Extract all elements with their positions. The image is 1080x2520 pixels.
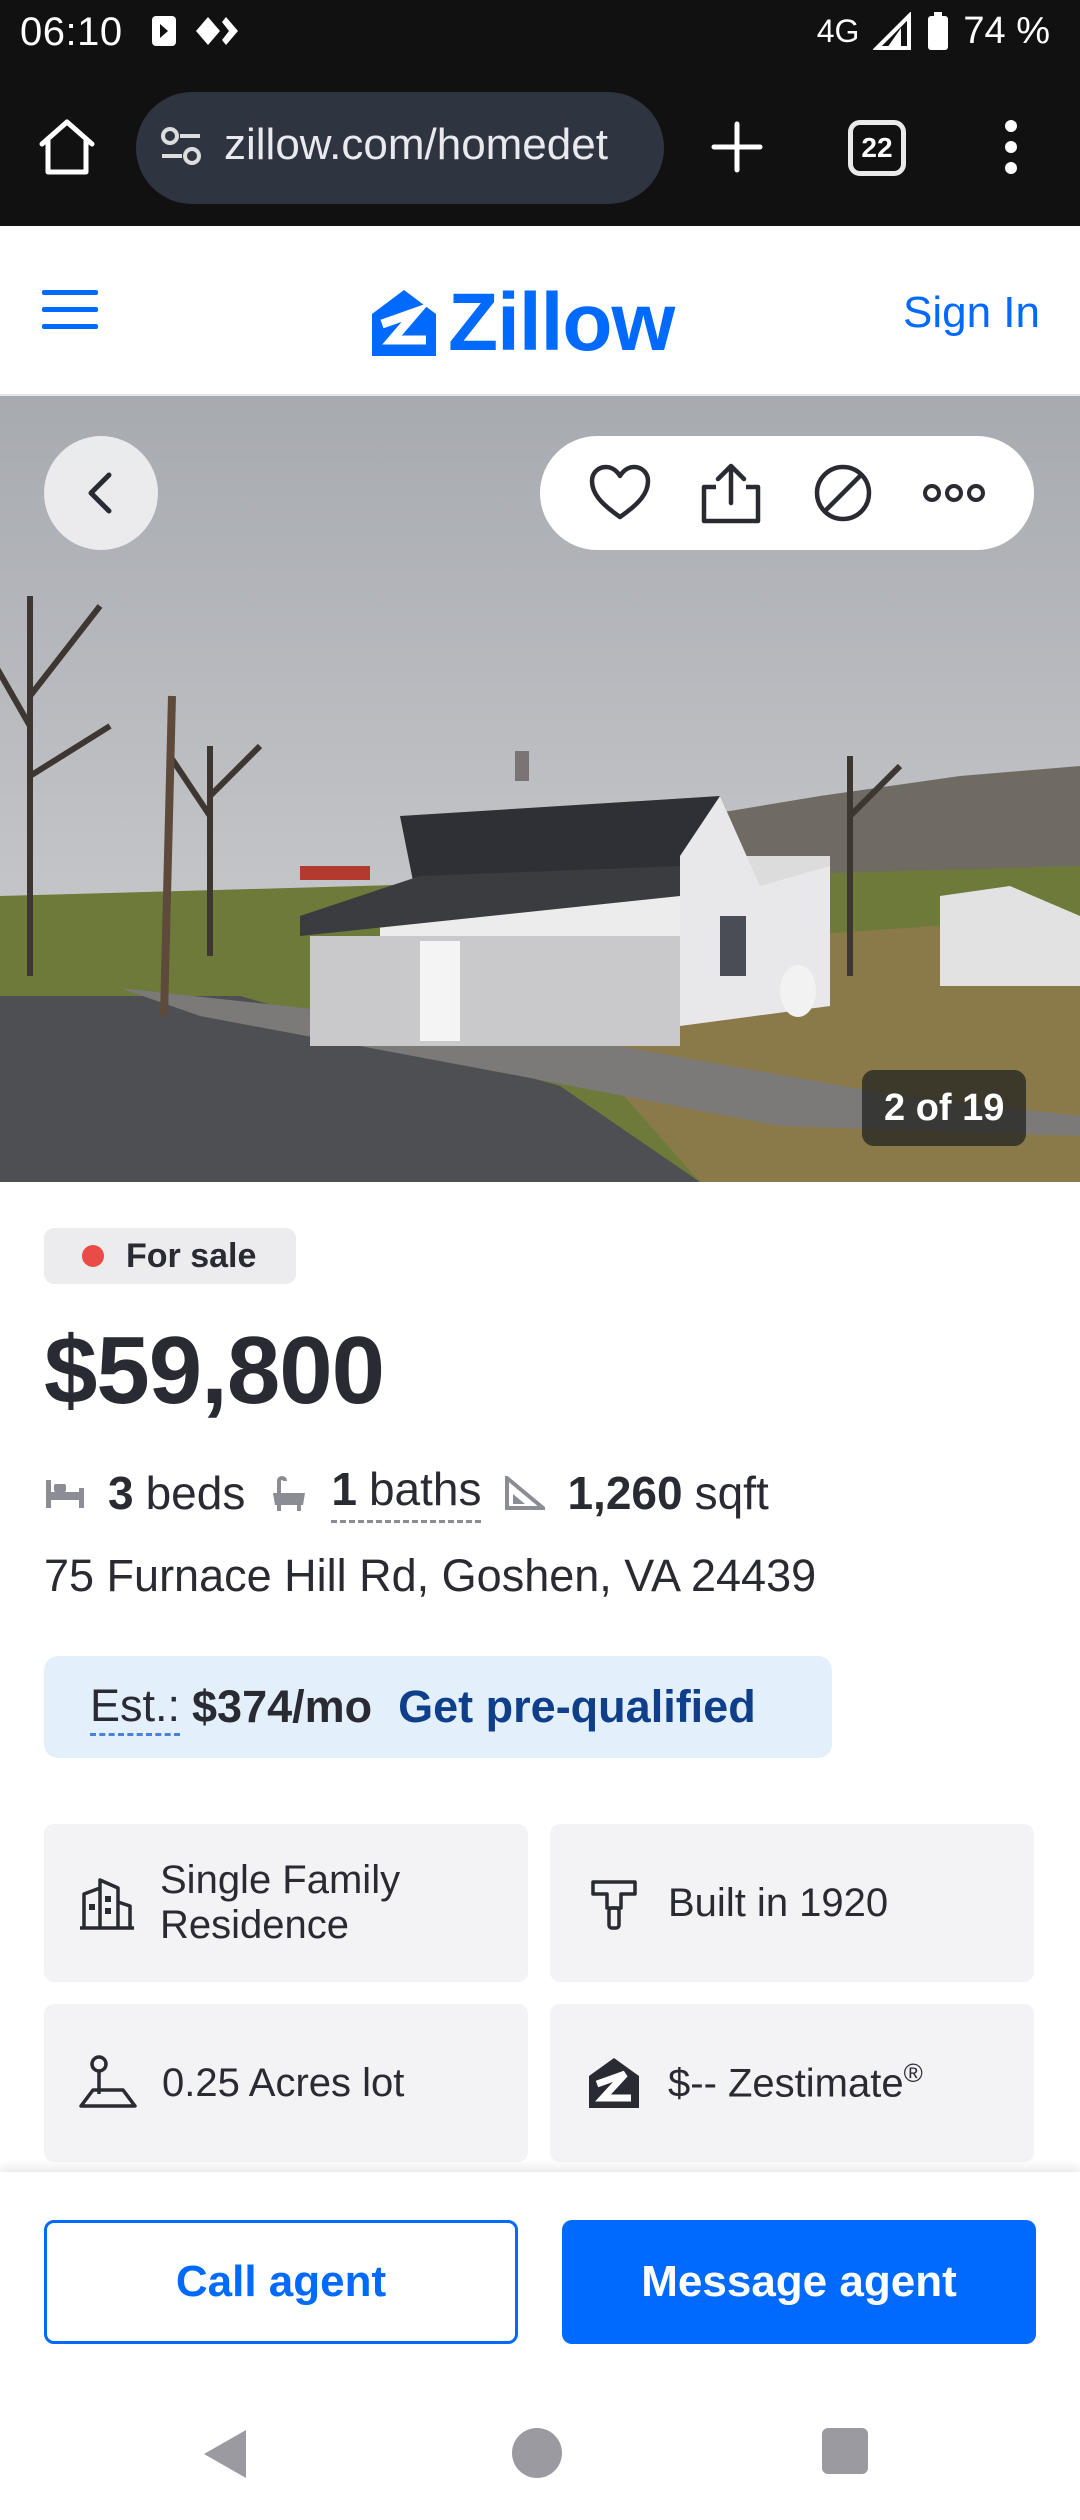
fact-tile-text: Built in 1920 bbox=[668, 1880, 889, 1925]
block-icon bbox=[814, 464, 871, 522]
share-button[interactable] bbox=[695, 457, 767, 529]
estimated-payment-box: Est.: $374/mo Get pre-qualified bbox=[44, 1656, 832, 1758]
heart-icon bbox=[589, 464, 650, 520]
baths-label: baths bbox=[368, 1463, 482, 1515]
bed-icon bbox=[44, 1476, 86, 1510]
photo-actions bbox=[540, 436, 1034, 550]
get-pre-qualified-link[interactable]: Get pre-qualified bbox=[398, 1681, 756, 1733]
listing-address: 75 Furnace Hill Rd, Goshen, VA 24439 bbox=[44, 1550, 817, 1601]
nav-recents-icon[interactable] bbox=[822, 2428, 868, 2474]
more-options-button[interactable] bbox=[918, 457, 990, 529]
fact-tile-home-type: Single Family Residence bbox=[44, 1824, 528, 1982]
hammer-icon bbox=[584, 1873, 644, 1933]
message-agent-button[interactable]: Message agent bbox=[562, 2220, 1036, 2344]
listing-price: $59,800 bbox=[44, 1317, 385, 1424]
hamburger-menu-icon[interactable] bbox=[42, 288, 98, 332]
address-bar[interactable]: zillow.com/homedet bbox=[136, 92, 664, 204]
call-agent-button[interactable]: Call agent bbox=[44, 2220, 518, 2344]
save-home-button[interactable] bbox=[584, 457, 656, 529]
fact-tile-year-built: Built in 1920 bbox=[550, 1824, 1034, 1982]
nav-home-icon[interactable] bbox=[512, 2428, 562, 2478]
zillow-logo-icon bbox=[372, 290, 436, 356]
listing-photo[interactable]: 2 of 19 bbox=[0, 396, 1080, 1182]
home-icon[interactable] bbox=[34, 114, 100, 180]
back-button[interactable] bbox=[44, 436, 158, 550]
zillow-home-icon bbox=[584, 2053, 644, 2113]
network-type: 4G bbox=[816, 13, 860, 49]
status-notification-icons bbox=[150, 14, 240, 48]
area-ruler-icon bbox=[505, 1475, 546, 1510]
registered-mark: ® bbox=[903, 2058, 923, 2089]
contact-agent-bar: Call agent Message agent bbox=[0, 2172, 1080, 2398]
zillow-logo[interactable]: Zillow bbox=[370, 276, 675, 370]
site-header: Zillow Sign In bbox=[0, 226, 1080, 396]
status-dot bbox=[82, 1245, 104, 1267]
beds-fact: 3 beds bbox=[44, 1466, 245, 1520]
nav-back-icon[interactable] bbox=[202, 2428, 248, 2480]
notification-app-icon bbox=[152, 16, 176, 46]
estimate-label[interactable]: Est.: bbox=[90, 1679, 181, 1736]
fact-tile-lot-size: 0.25 Acres lot bbox=[44, 2004, 528, 2162]
url-text[interactable]: zillow.com/homedet bbox=[224, 120, 644, 170]
bed-bath-sqft-row: 3 beds 1 baths 1,260 sqft bbox=[44, 1462, 769, 1523]
system-navigation-bar bbox=[0, 2398, 1080, 2520]
fact-tile-text: Single Family Residence bbox=[160, 1858, 401, 1947]
photo-counter: 2 of 19 bbox=[862, 1070, 1027, 1146]
listing-status-badge: For sale bbox=[44, 1228, 297, 1284]
zestimate-text: $-- Zestimate® bbox=[668, 2059, 923, 2106]
sqft-label: sqft bbox=[694, 1466, 769, 1519]
notification-diamond-icon bbox=[196, 17, 238, 45]
sign-in-link[interactable]: Sign In bbox=[903, 288, 1040, 338]
site-settings-icon[interactable] bbox=[158, 124, 204, 170]
baths-fact[interactable]: 1 baths bbox=[269, 1462, 482, 1523]
battery-level: 74 % bbox=[963, 10, 1050, 52]
zillow-logo-text: Zillow bbox=[448, 277, 675, 368]
signal-icon bbox=[873, 11, 912, 50]
new-tab-icon[interactable] bbox=[706, 116, 768, 178]
beds-label: beds bbox=[145, 1466, 246, 1519]
battery-icon bbox=[928, 11, 949, 50]
lot-icon bbox=[78, 2053, 138, 2113]
status-bar: 06:10 4G 74 % bbox=[0, 0, 1080, 68]
fact-tile-text: 0.25 Acres lot bbox=[162, 2060, 405, 2105]
listing-status-text: For sale bbox=[126, 1236, 257, 1275]
hide-home-button[interactable] bbox=[807, 457, 879, 529]
bathtub-icon bbox=[269, 1473, 309, 1513]
estimate-value: $374/mo bbox=[192, 1681, 373, 1732]
baths-count: 1 bbox=[331, 1463, 357, 1515]
status-right-icons: 4G 74 % bbox=[817, 10, 1050, 53]
sqft-fact: 1,260 sqft bbox=[505, 1466, 769, 1520]
beds-count: 3 bbox=[108, 1466, 134, 1519]
fact-tile-text: $-- Zestimate bbox=[668, 2061, 904, 2106]
sqft-count: 1,260 bbox=[567, 1466, 683, 1519]
more-vert-icon[interactable] bbox=[988, 114, 1034, 180]
more-horiz-icon bbox=[923, 484, 986, 502]
chevron-left-icon bbox=[88, 472, 112, 514]
fact-tile-zestimate[interactable]: $-- Zestimate® bbox=[550, 2004, 1034, 2162]
building-icon bbox=[78, 1873, 136, 1933]
browser-toolbar: zillow.com/homedet 22 bbox=[0, 68, 1080, 226]
tab-switcher-button[interactable]: 22 bbox=[848, 120, 906, 176]
share-icon bbox=[702, 463, 761, 524]
status-time: 06:10 bbox=[20, 10, 123, 54]
